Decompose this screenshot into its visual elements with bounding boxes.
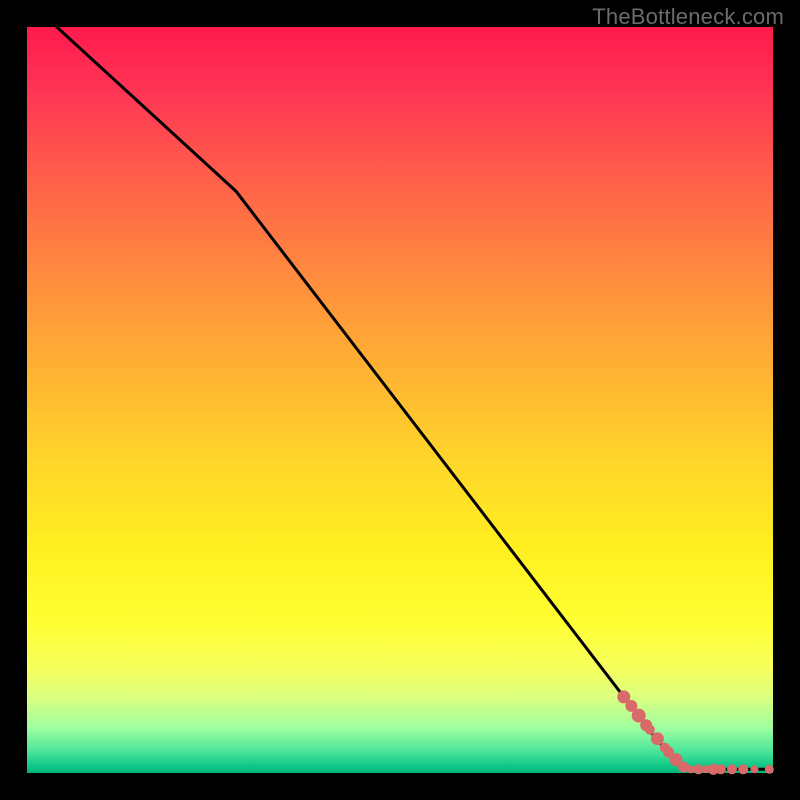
curve-line bbox=[57, 27, 773, 769]
data-point bbox=[738, 764, 748, 774]
data-point bbox=[727, 764, 737, 774]
data-point bbox=[716, 764, 726, 774]
curve-path bbox=[57, 27, 773, 769]
data-point bbox=[651, 732, 664, 745]
chart-overlay bbox=[27, 27, 773, 773]
data-point bbox=[765, 765, 774, 774]
data-points bbox=[617, 690, 774, 774]
chart-frame: TheBottleneck.com bbox=[0, 0, 800, 800]
data-point bbox=[750, 765, 758, 773]
data-point bbox=[645, 725, 655, 735]
